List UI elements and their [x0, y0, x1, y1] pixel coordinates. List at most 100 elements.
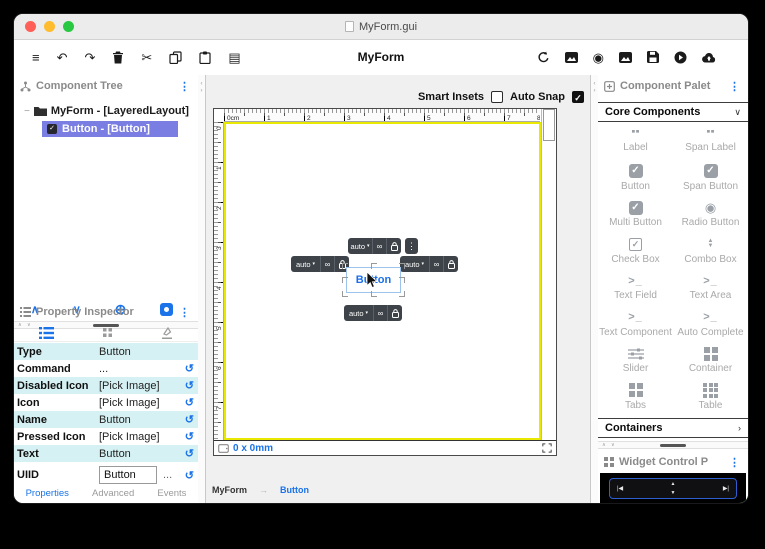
reset-property-icon[interactable]: ↺ — [181, 396, 194, 409]
reset-property-icon[interactable]: ↺ — [181, 469, 194, 482]
reset-property-icon[interactable]: ↺ — [181, 413, 194, 426]
resize-handle[interactable] — [399, 263, 405, 269]
property-row[interactable]: Name Button ↺ — [14, 411, 198, 428]
lock-button[interactable] — [387, 238, 401, 254]
tree-collapse-toggle[interactable]: − — [24, 106, 30, 117]
property-row[interactable]: Icon [Pick Image] ↺ — [14, 394, 198, 411]
tab-advanced[interactable]: Advanced — [92, 488, 134, 499]
scrollbar-thumb[interactable] — [543, 109, 555, 141]
grid-view-tab[interactable] — [102, 328, 112, 337]
media-control-widget[interactable]: |◀ ▲ ▼ ▶| — [609, 478, 737, 499]
cut-button[interactable]: ✂ — [141, 51, 152, 64]
section-core-components[interactable]: Core Components ∨ — [598, 102, 748, 122]
resize-handle[interactable] — [399, 277, 405, 283]
redo-button[interactable]: ↷ — [85, 51, 96, 64]
palette-item-span-button[interactable]: ✓ Span Button — [673, 160, 748, 197]
canvas-scrollbar[interactable] — [541, 109, 556, 440]
paste-button[interactable] — [199, 51, 211, 64]
property-row[interactable]: Type Button — [14, 343, 198, 360]
style-view-tab[interactable] — [161, 326, 173, 339]
list-view-tab[interactable] — [38, 326, 54, 339]
splitter-handle[interactable] — [660, 444, 686, 447]
section-containers[interactable]: Containers › — [598, 418, 748, 438]
left-inset-control[interactable]: auto ▾ ∞ — [291, 256, 349, 272]
next-track-icon[interactable]: ▶| — [723, 486, 729, 492]
screenshot-button[interactable] — [564, 51, 578, 63]
palette-item-table[interactable]: Table — [673, 379, 748, 416]
uiid-more-button[interactable]: ... — [163, 469, 181, 481]
refresh-button[interactable] — [537, 51, 550, 64]
palette-item-button[interactable]: ✓ Button — [598, 160, 673, 197]
infinity-button[interactable]: ∞ — [321, 256, 335, 272]
reset-property-icon[interactable]: ↺ — [181, 362, 194, 375]
lock-button[interactable] — [388, 305, 402, 321]
property-row[interactable]: Disabled Icon [Pick Image] ↺ — [14, 377, 198, 394]
upload-button[interactable] — [702, 52, 716, 63]
up-arrow-icon[interactable]: ▲ — [671, 481, 676, 487]
smart-insets-checkbox[interactable] — [491, 91, 503, 103]
palette-item-slider[interactable]: Slider — [598, 342, 673, 379]
breadcrumb-child[interactable]: Button — [280, 485, 309, 495]
copy-button[interactable] — [169, 50, 182, 64]
palette-item-container[interactable]: Container — [673, 342, 748, 379]
infinity-button[interactable]: ∞ — [374, 305, 388, 321]
resize-handle[interactable] — [342, 291, 348, 297]
record-button[interactable]: ◉ — [593, 51, 604, 64]
resize-handle[interactable] — [342, 263, 348, 269]
palette-item-radio-button[interactable]: ◉ Radio Button — [673, 196, 748, 233]
palette-item-combo-box[interactable]: ▲ ▼ Combo Box — [673, 233, 748, 270]
palette-item-check-box[interactable]: ✓ Check Box — [598, 233, 673, 270]
notes-button[interactable]: ▤ — [228, 51, 240, 64]
resize-handle[interactable] — [399, 291, 405, 297]
property-row[interactable]: Command ... ↺ — [14, 360, 198, 377]
widget-control-menu-button[interactable]: ⋮ — [727, 456, 742, 469]
palette-item-auto-complete[interactable]: >_ Auto Complete — [673, 306, 748, 343]
resize-handle[interactable] — [342, 277, 348, 283]
palette-item-tabs[interactable]: Tabs — [598, 379, 673, 416]
tree-item-button-selected[interactable]: ✓ Button - [Button] — [42, 121, 178, 137]
reset-property-icon[interactable]: ↺ — [181, 447, 194, 460]
infinity-button[interactable]: ∞ — [373, 238, 387, 254]
right-inset-control[interactable]: auto ▾ ∞ — [400, 256, 458, 272]
gallery-button[interactable] — [619, 51, 632, 63]
resize-handle[interactable] — [370, 263, 377, 269]
delete-button[interactable] — [112, 51, 124, 64]
palette-item-label[interactable]: “ Label — [598, 123, 673, 160]
right-splitter[interactable]: ‹ › — [591, 75, 598, 503]
reset-property-icon[interactable]: ↺ — [181, 379, 194, 392]
save-button[interactable] — [647, 51, 659, 63]
tab-properties[interactable]: Properties — [26, 488, 69, 499]
breadcrumb-root[interactable]: MyForm — [212, 485, 247, 495]
menu-button[interactable]: ≡ — [32, 51, 40, 64]
property-row[interactable]: Text Button ↺ — [14, 445, 198, 462]
widget-menu-button[interactable]: ⋮ — [405, 238, 418, 254]
tab-events[interactable]: Events — [157, 488, 186, 499]
palette-item-text-field[interactable]: >_ Text Field — [598, 269, 673, 306]
resize-handle[interactable] — [370, 291, 377, 297]
fullscreen-icon[interactable] — [542, 443, 552, 453]
tree-item-myform[interactable]: − MyForm - [LayeredLayout] — [24, 105, 198, 117]
palette-item-span-label[interactable]: “ Span Label — [673, 123, 748, 160]
property-inspector-menu-button[interactable]: ⋮ — [177, 306, 192, 319]
auto-snap-checkbox[interactable]: ✓ — [572, 91, 584, 103]
collapse-arrows-icon[interactable]: ‹ › — [198, 81, 205, 95]
bottom-inset-control[interactable]: auto ▾ ∞ — [344, 305, 402, 321]
palette-menu-button[interactable]: ⋮ — [727, 80, 742, 93]
property-row[interactable]: Pressed Icon [Pick Image] ↺ — [14, 428, 198, 445]
palette-item-text-area[interactable]: >_ Text Area — [673, 269, 748, 306]
collapse-arrows-icon[interactable]: ‹ › — [591, 81, 598, 95]
previous-track-icon[interactable]: |◀ — [617, 486, 623, 492]
undo-button[interactable]: ↶ — [57, 51, 68, 64]
reset-property-icon[interactable]: ↺ — [181, 430, 194, 443]
infinity-button[interactable]: ∞ — [430, 256, 444, 272]
top-inset-control[interactable]: auto ▾ ∞ — [348, 238, 401, 254]
play-button[interactable] — [674, 51, 687, 64]
panel-splitter[interactable]: ∧ ∨ — [598, 441, 748, 449]
down-arrow-icon[interactable]: ▼ — [671, 490, 676, 496]
left-splitter[interactable]: ‹ › — [198, 75, 205, 503]
palette-item-text-component[interactable]: >_ Text Component — [598, 306, 673, 343]
property-row-uiid[interactable]: UIID ... ↺ — [14, 462, 198, 488]
component-tree-menu-button[interactable]: ⋮ — [177, 80, 192, 93]
palette-item-multi-button[interactable]: ✓ Multi Button — [598, 196, 673, 233]
uiid-input[interactable] — [99, 466, 157, 484]
